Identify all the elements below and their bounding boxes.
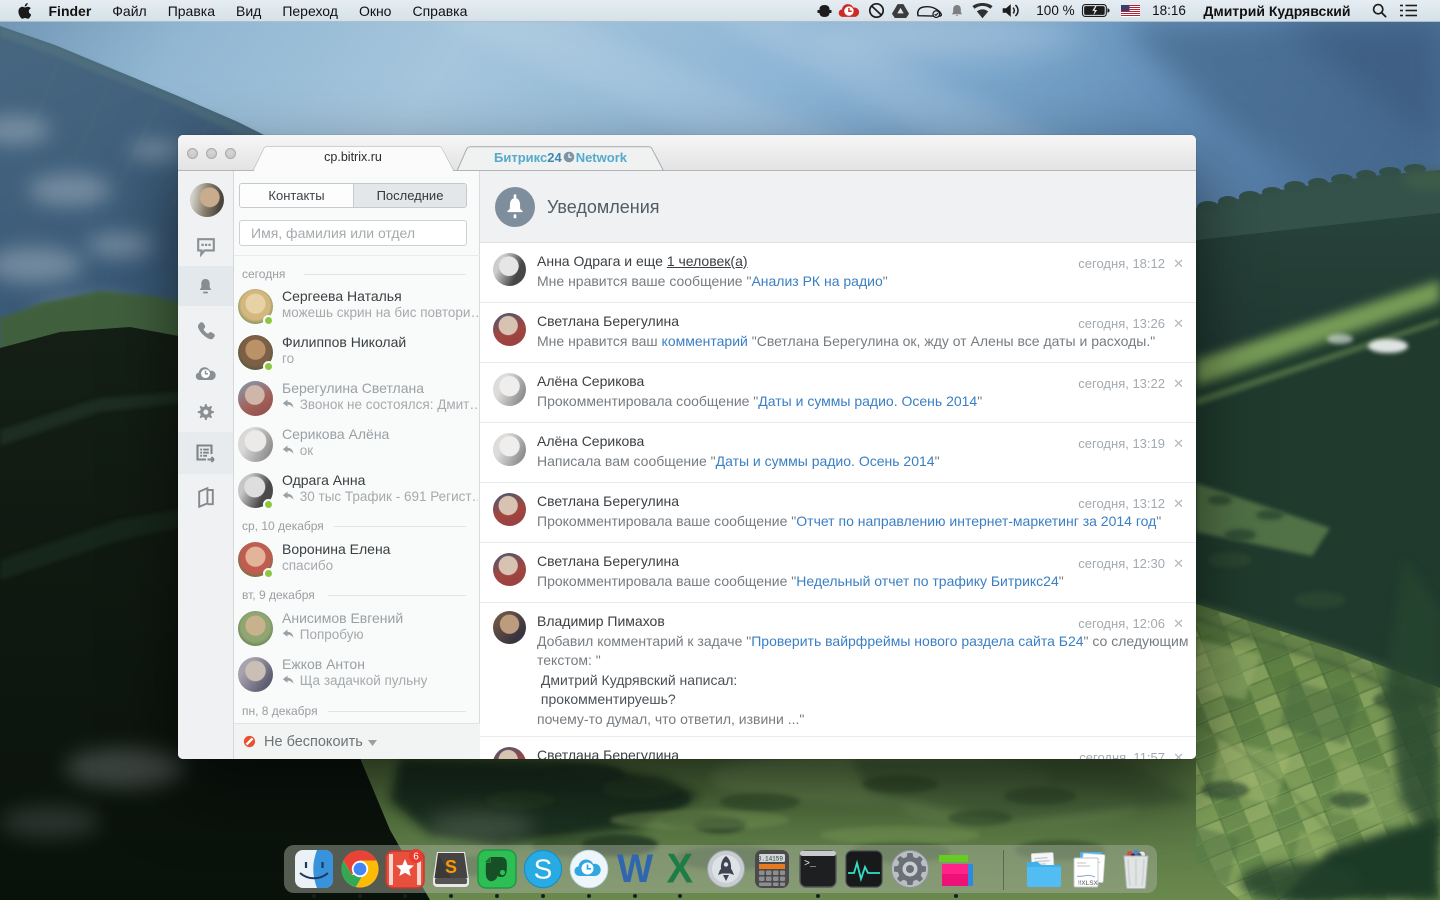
svg-text:6: 6 (413, 852, 419, 863)
svg-text:W: W (617, 849, 653, 889)
svg-text:X: X (667, 849, 693, 889)
svg-text:‼XLSX: ‼XLSX (1078, 880, 1099, 887)
svg-text:>_: >_ (804, 859, 817, 870)
svg-text:3.14159: 3.14159 (758, 856, 784, 863)
svg-text:S: S (534, 854, 553, 885)
svg-text:S: S (445, 857, 457, 877)
